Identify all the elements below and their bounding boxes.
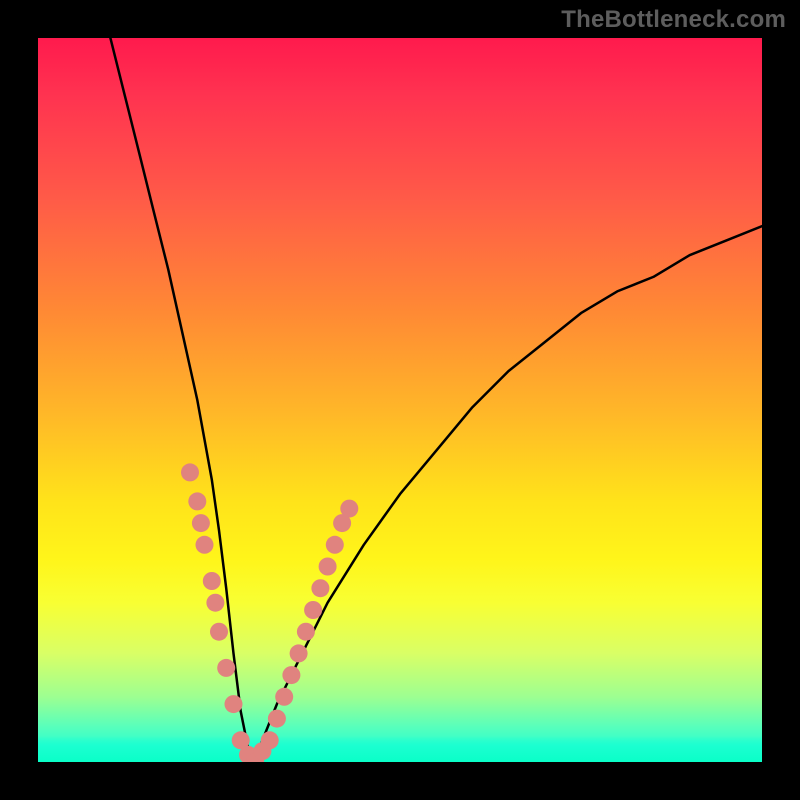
marker-dot <box>206 594 224 612</box>
marker-dot <box>217 659 235 677</box>
marker-dot <box>268 710 286 728</box>
plot-area <box>38 38 762 762</box>
marker-dot <box>192 514 210 532</box>
chart-frame: TheBottleneck.com <box>0 0 800 800</box>
marker-dot <box>282 666 300 684</box>
marker-dot <box>340 500 358 518</box>
marker-dot <box>311 579 329 597</box>
bottleneck-curve <box>110 38 762 762</box>
marker-dot <box>290 644 308 662</box>
marker-dot <box>319 558 337 576</box>
marker-dot <box>326 536 344 554</box>
marker-dot <box>261 731 279 749</box>
marker-dot <box>210 623 228 641</box>
marker-dot <box>181 463 199 481</box>
curve-markers <box>181 463 358 762</box>
watermark-text: TheBottleneck.com <box>561 6 786 34</box>
marker-dot <box>188 492 206 510</box>
marker-dot <box>225 695 243 713</box>
marker-dot <box>297 623 315 641</box>
chart-svg <box>38 38 762 762</box>
marker-dot <box>275 688 293 706</box>
marker-dot <box>203 572 221 590</box>
marker-dot <box>304 601 322 619</box>
marker-dot <box>196 536 214 554</box>
